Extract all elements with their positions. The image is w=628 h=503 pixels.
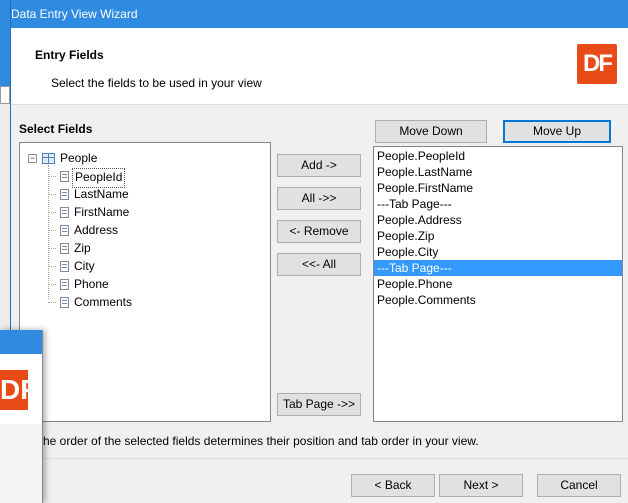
tab-page-button[interactable]: Tab Page ->> <box>277 393 361 416</box>
table-icon <box>42 153 55 164</box>
tree-connector <box>48 248 56 249</box>
footer-divider <box>11 458 628 459</box>
background-dialog-logo: DF <box>0 370 28 410</box>
list-item[interactable]: People.FirstName <box>374 180 622 196</box>
cancel-button[interactable]: Cancel <box>537 474 621 497</box>
field-tree[interactable]: − People PeopleId LastName FirstName Addres… <box>19 142 271 422</box>
tree-connector <box>48 194 56 195</box>
tree-item-comments[interactable]: Comments <box>72 293 134 311</box>
tree-item-zip[interactable]: Zip <box>72 239 93 257</box>
page-title: Entry Fields <box>35 48 104 62</box>
field-icon <box>60 297 69 308</box>
tree-item-address[interactable]: Address <box>72 221 120 239</box>
instruction-note: he order of the selected fields determin… <box>43 434 479 448</box>
selected-fields-list[interactable]: People.PeopleId People.LastName People.Fir… <box>373 146 623 422</box>
background-field-edge <box>0 86 10 104</box>
tree-root-people[interactable]: People <box>60 149 97 167</box>
field-icon <box>60 189 69 200</box>
tree-connector <box>48 165 49 299</box>
field-icon <box>60 207 69 218</box>
add-button[interactable]: Add -> <box>277 154 361 177</box>
list-item[interactable]: People.Phone <box>374 276 622 292</box>
field-icon <box>60 261 69 272</box>
background-dialog-titlebar <box>0 330 42 354</box>
wizard-header: Entry Fields Select the fields to be use… <box>11 28 628 105</box>
tree-connector <box>48 284 56 285</box>
list-item[interactable]: People.LastName <box>374 164 622 180</box>
list-item[interactable]: People.Comments <box>374 292 622 308</box>
window-title: Data Entry View Wizard <box>11 7 138 21</box>
background-titlebar-strip <box>0 0 10 90</box>
remove-button[interactable]: <- Remove <box>277 220 361 243</box>
field-icon <box>60 243 69 254</box>
tree-connector <box>48 230 56 231</box>
title-bar[interactable]: Data Entry View Wizard <box>11 0 628 28</box>
back-button[interactable]: < Back <box>351 474 435 497</box>
list-item[interactable]: ---Tab Page--- <box>374 260 622 276</box>
list-item[interactable]: ---Tab Page--- <box>374 196 622 212</box>
tree-item-phone[interactable]: Phone <box>72 275 111 293</box>
collapse-toggle-icon[interactable]: − <box>28 154 37 163</box>
tree-connector <box>48 266 56 267</box>
background-dialog: DF <box>0 330 43 503</box>
next-button[interactable]: Next > <box>439 474 523 497</box>
field-icon <box>60 171 69 182</box>
tree-connector <box>48 176 56 177</box>
dataflex-logo: DF <box>577 44 617 84</box>
page-subtitle: Select the fields to be used in your vie… <box>51 76 262 90</box>
move-up-button[interactable]: Move Up <box>503 120 611 143</box>
move-down-button[interactable]: Move Down <box>375 120 487 143</box>
logo-text: DF <box>583 50 613 77</box>
list-item[interactable]: People.Zip <box>374 228 622 244</box>
remove-all-button[interactable]: <<- All <box>277 253 361 276</box>
wizard-window: Data Entry View Wizard Entry Fields Sele… <box>10 0 628 503</box>
tree-item-city[interactable]: City <box>72 257 97 275</box>
list-item[interactable]: People.Address <box>374 212 622 228</box>
tree-connector <box>48 212 56 213</box>
field-icon <box>60 225 69 236</box>
field-icon <box>60 279 69 290</box>
select-fields-label: Select Fields <box>19 122 93 136</box>
list-item[interactable]: People.PeopleId <box>374 148 622 164</box>
add-all-button[interactable]: All ->> <box>277 187 361 210</box>
list-item[interactable]: People.City <box>374 244 622 260</box>
tree-item-firstname[interactable]: FirstName <box>72 203 131 221</box>
tree-connector <box>48 302 56 303</box>
tree-item-lastname[interactable]: LastName <box>72 185 131 203</box>
